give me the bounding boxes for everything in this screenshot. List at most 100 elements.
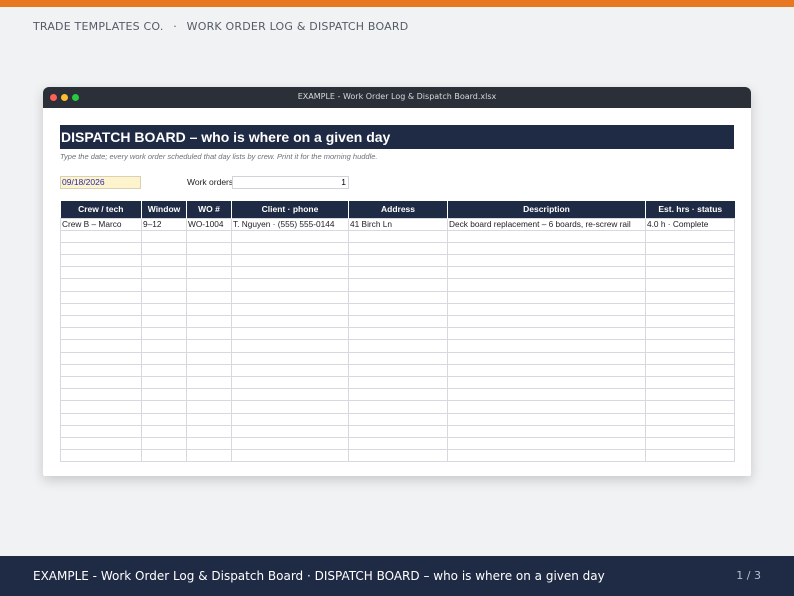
table-cell[interactable] [141,424,187,438]
table-cell[interactable] [231,314,349,329]
column-header[interactable]: Client · phone [231,201,349,218]
table-cell[interactable] [231,363,349,377]
table-cell[interactable] [60,254,142,268]
table-cell[interactable] [60,241,142,256]
table-cell[interactable] [186,278,232,292]
table-cell[interactable] [60,327,142,341]
table-cell[interactable] [645,327,735,341]
table-cell[interactable] [645,351,735,365]
table-cell[interactable] [186,412,232,426]
table-cell[interactable] [60,266,142,280]
table-cell[interactable] [645,302,735,317]
table-cell[interactable] [231,412,349,426]
table-cell[interactable] [141,400,187,414]
table-cell[interactable] [141,363,187,377]
column-header[interactable]: WO # [186,201,232,218]
table-cell[interactable] [348,290,448,304]
table-cell[interactable] [447,254,646,268]
table-cell[interactable] [348,424,448,438]
table-cell[interactable] [447,266,646,280]
table-cell[interactable] [447,302,646,317]
table-cell[interactable] [141,388,187,402]
table-cell[interactable] [348,266,448,280]
table-cell[interactable] [348,412,448,426]
column-header[interactable]: Address [348,201,448,218]
table-cell[interactable] [231,388,349,402]
table-cell[interactable] [186,266,232,280]
table-cell[interactable] [60,229,142,243]
table-cell[interactable] [60,388,142,402]
table-cell[interactable] [231,351,349,365]
table-cell[interactable] [348,278,448,292]
table-cell[interactable] [186,229,232,243]
table-cell[interactable] [186,254,232,268]
table-cell[interactable] [231,327,349,341]
table-cell[interactable] [141,412,187,426]
table-cell[interactable] [141,254,187,268]
table-cell[interactable] [645,400,735,414]
table-cell[interactable] [60,412,142,426]
table-cell[interactable] [348,339,448,353]
table-cell[interactable] [186,388,232,402]
table-cell[interactable] [447,314,646,329]
column-header[interactable]: Description [447,201,646,218]
table-cell[interactable] [231,400,349,414]
table-cell[interactable] [141,241,187,256]
table-cell[interactable] [645,424,735,438]
table-cell[interactable] [447,351,646,365]
column-header[interactable]: Crew / tech [60,201,142,218]
table-cell[interactable]: 9–12 [141,217,187,231]
table-cell[interactable] [231,278,349,292]
table-cell[interactable] [60,400,142,414]
table-cell[interactable] [186,290,232,304]
table-cell[interactable] [60,363,142,377]
table-cell[interactable] [645,363,735,377]
table-cell[interactable] [645,375,735,390]
table-cell[interactable] [447,449,646,463]
table-cell[interactable]: Deck board replacement – 6 boards, re-sc… [447,217,646,231]
table-cell[interactable] [60,302,142,317]
table-cell[interactable] [141,351,187,365]
table-cell[interactable]: T. Nguyen · (555) 555-0144 [231,217,349,231]
table-cell[interactable] [447,388,646,402]
table-cell[interactable] [186,339,232,353]
table-cell[interactable] [60,290,142,304]
table-cell[interactable] [348,351,448,365]
table-cell[interactable] [186,400,232,414]
table-cell[interactable] [141,436,187,451]
table-cell[interactable] [231,229,349,243]
table-cell[interactable] [231,266,349,280]
table-cell[interactable] [141,339,187,353]
table-cell[interactable] [645,412,735,426]
table-cell[interactable] [447,339,646,353]
table-cell[interactable] [60,449,142,463]
table-cell[interactable] [645,278,735,292]
column-header[interactable]: Window [141,201,187,218]
table-cell[interactable] [186,449,232,463]
table-cell[interactable] [348,254,448,268]
table-cell[interactable] [447,400,646,414]
table-cell[interactable] [231,339,349,353]
table-cell[interactable] [348,327,448,341]
table-cell[interactable] [447,436,646,451]
table-cell[interactable] [141,229,187,243]
table-cell[interactable] [141,278,187,292]
table-cell[interactable]: 4.0 h · Complete [645,217,735,231]
table-cell[interactable] [60,278,142,292]
table-cell[interactable] [231,254,349,268]
table-cell[interactable] [348,229,448,243]
table-cell[interactable] [645,241,735,256]
column-header[interactable]: Est. hrs · status [645,201,735,218]
table-cell[interactable] [186,314,232,329]
table-cell[interactable]: Crew B – Marco [60,217,142,231]
table-cell[interactable] [348,363,448,377]
table-cell[interactable] [348,375,448,390]
table-cell[interactable] [186,351,232,365]
table-cell[interactable] [60,436,142,451]
table-cell[interactable] [186,436,232,451]
table-cell[interactable] [447,290,646,304]
table-cell[interactable] [186,363,232,377]
table-cell[interactable] [447,412,646,426]
table-cell[interactable] [60,339,142,353]
table-cell[interactable] [645,449,735,463]
